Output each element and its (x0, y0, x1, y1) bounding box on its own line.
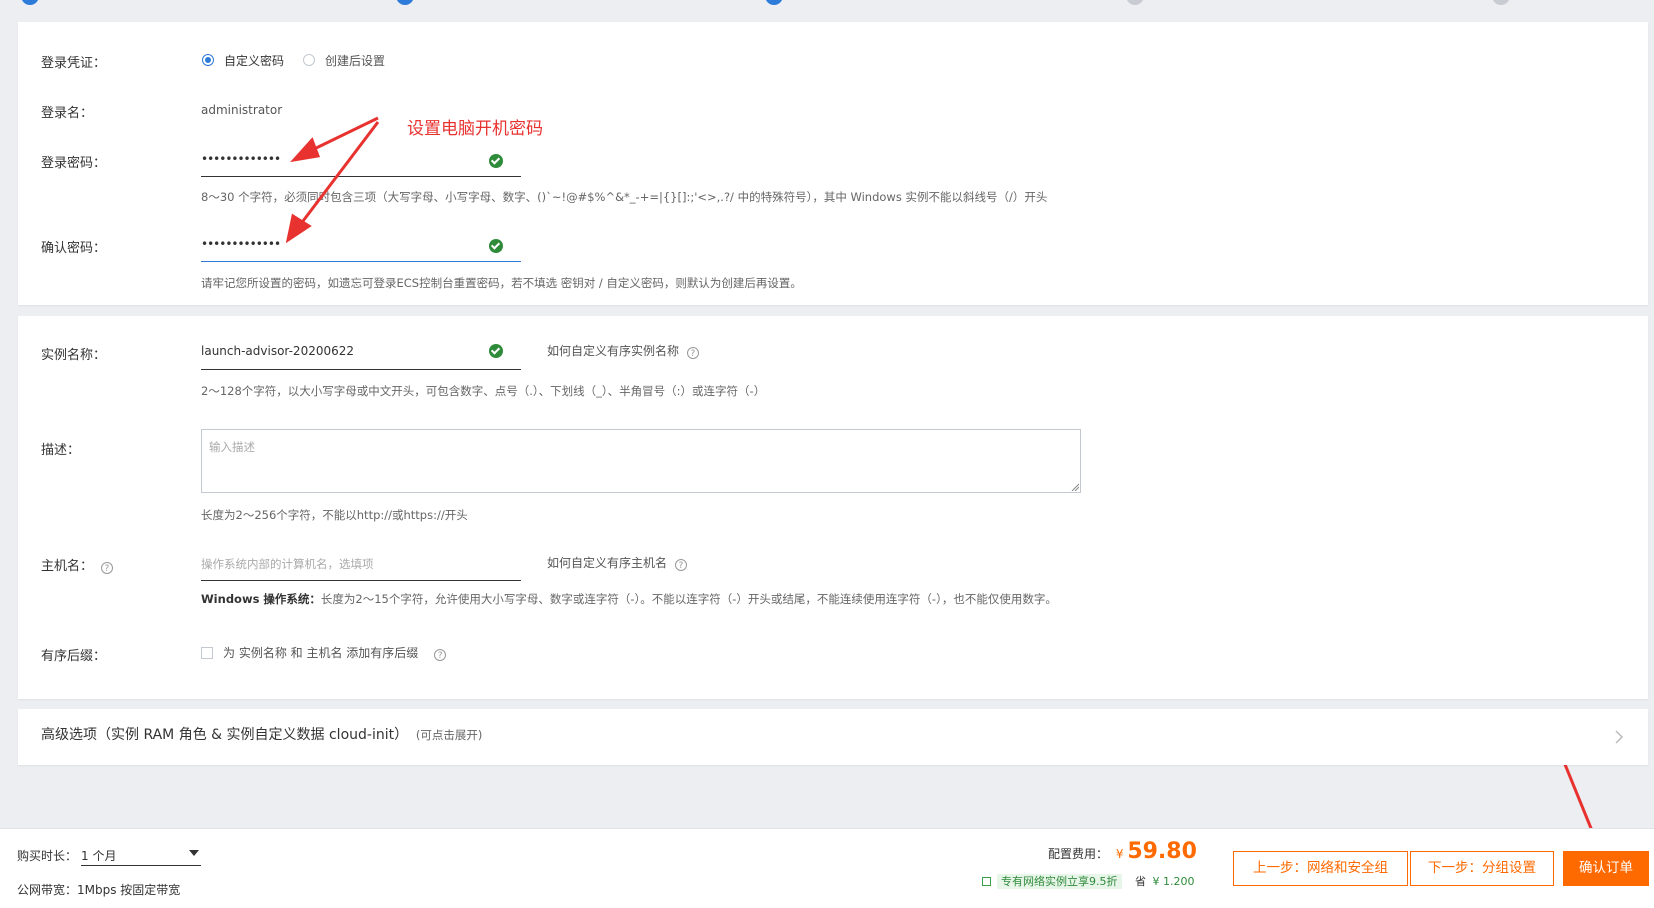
duration-label: 购买时长： (17, 849, 78, 863)
description-hint: 长度为2～256个字符，不能以http://或https://开头 (201, 508, 468, 522)
instance-name-value: launch-advisor-20200622 (201, 344, 355, 358)
gift-icon (982, 877, 991, 886)
save-value: ¥ 1.200 (1152, 875, 1195, 888)
fee-currency: ¥ (1115, 847, 1124, 861)
hostname-underline (201, 580, 521, 581)
fee-label: 配置费用： (1048, 847, 1109, 861)
duration-value: 1 个月 (81, 849, 117, 863)
discount-badge: 专有网络实例立享9.5折 (997, 874, 1122, 889)
bandwidth-group: 公网带宽：1Mbps 按固定带宽 (17, 881, 180, 898)
advanced-options-title: 高级选项（实例 RAM 角色 & 实例自定义数据 cloud-init） (41, 727, 409, 743)
caret-down-icon (189, 850, 199, 856)
chevron-right-icon (1615, 730, 1624, 744)
hostname-input[interactable]: 操作系统内部的计算机名，选填项 (201, 546, 521, 581)
hostname-hint-text: 长度为2～15个字符，允许使用大小写字母、数字或连字符（-）。不能以连字符（-）… (320, 592, 1057, 606)
save-label: 省 (1135, 875, 1146, 888)
duration-select[interactable]: 1 个月 (81, 843, 201, 866)
instance-name-hint: 2～128个字符，以大小写字母或中文开头，可包含数字、点号（.）、下划线（_）、… (201, 384, 766, 398)
advanced-options-toggle[interactable]: 高级选项（实例 RAM 角色 & 实例自定义数据 cloud-init） (可点… (18, 709, 1648, 765)
instance-name-label: 实例名称： (41, 348, 107, 363)
hostname-help-link[interactable]: 如何自定义有序主机名 ? (547, 554, 687, 571)
confirm-order-button[interactable]: 确认订单 (1563, 851, 1649, 886)
discount-group: 专有网络实例立享9.5折 省 ¥ 1.200 (982, 873, 1195, 889)
instance-section: 实例名称： launch-advisor-20200622 如何自定义有序实例名… (18, 316, 1648, 699)
advanced-options-hint: (可点击展开) (415, 728, 483, 742)
hostname-label: 主机名： (41, 559, 94, 574)
help-question-icon[interactable]: ? (674, 559, 687, 571)
duration-group: 购买时长： (17, 847, 77, 864)
hostname-hint-os: Windows 操作系统： (201, 592, 321, 606)
hostname-placeholder: 操作系统内部的计算机名，选填项 (201, 557, 374, 571)
suffix-label: 有序后缀： (41, 649, 107, 664)
description-label: 描述： (41, 443, 81, 458)
description-textarea[interactable]: 输入描述 (201, 429, 1081, 493)
hostname-hint: Windows 操作系统：长度为2～15个字符，允许使用大小写字母、数字或连字符… (201, 591, 1057, 607)
fee-group: 配置费用： ¥ 59.80 (1048, 839, 1197, 864)
fee-price: 59.80 (1127, 839, 1197, 864)
advanced-options-title-group: 高级选项（实例 RAM 角色 & 实例自定义数据 cloud-init） (可点… (41, 724, 482, 744)
hostname-label-group: 主机名： ? (41, 555, 113, 574)
help-question-icon[interactable]: ? (434, 649, 447, 661)
suffix-checkbox[interactable] (201, 647, 213, 659)
instance-name-help-link[interactable]: 如何自定义有序实例名称 ? (547, 342, 699, 359)
resize-handle-icon[interactable] (1071, 483, 1079, 491)
instance-name-underline (201, 369, 521, 370)
footer-bar: 购买时长： 1 个月 公网带宽：1Mbps 按固定带宽 配置费用： ¥ 59.8… (0, 828, 1654, 908)
bandwidth-value: 1Mbps 按固定带宽 (77, 883, 181, 897)
instance-name-valid-icon (489, 344, 503, 358)
description-placeholder: 输入描述 (209, 440, 255, 454)
instance-name-help-text: 如何自定义有序实例名称 (547, 344, 680, 358)
suffix-checkbox-group[interactable]: 为 实例名称 和 主机名 添加有序后缀 ? (201, 644, 447, 661)
arrow-to-password-head (290, 137, 321, 163)
suffix-checkbox-text: 为 实例名称 和 主机名 添加有序后缀 (223, 646, 419, 660)
help-question-icon[interactable]: ? (686, 347, 699, 359)
instance-name-input[interactable]: launch-advisor-20200622 (201, 336, 521, 370)
hostname-help-text: 如何自定义有序主机名 (547, 556, 668, 570)
hostname-help-icon[interactable]: ? (100, 562, 113, 574)
next-step-button[interactable]: 下一步：分组设置 (1410, 851, 1554, 886)
bandwidth-label: 公网带宽： (17, 883, 78, 897)
prev-step-button[interactable]: 上一步：网络和安全组 (1233, 851, 1408, 886)
